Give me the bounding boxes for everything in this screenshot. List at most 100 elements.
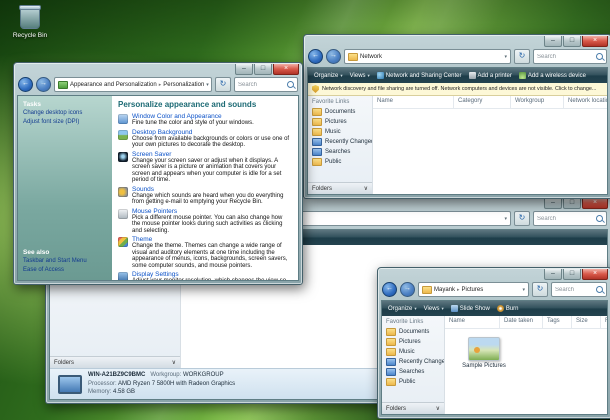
close-button[interactable]: ×: [582, 36, 608, 47]
network-infobar[interactable]: Network discovery and file sharing are t…: [308, 83, 607, 96]
slide-show-button[interactable]: Slide Show: [448, 304, 493, 313]
add-wireless-device-button[interactable]: Add a wireless device: [516, 71, 589, 80]
page-title: Personalize appearance and sounds: [118, 100, 292, 109]
personalization-client-area: Tasks Change desktop icons Adjust font s…: [17, 95, 299, 281]
link-taskbar-start-menu[interactable]: Taskbar and Start Menu: [23, 258, 107, 265]
search-icon: [596, 286, 603, 293]
column-workgroup[interactable]: Workgroup: [511, 96, 564, 108]
refresh-button[interactable]: ↻: [514, 211, 530, 226]
back-button[interactable]: ←: [308, 49, 323, 64]
organize-button[interactable]: Organize ▾: [385, 305, 420, 313]
refresh-button[interactable]: ↻: [532, 282, 548, 297]
search-placeholder: Search: [555, 287, 594, 293]
close-button[interactable]: ×: [273, 64, 299, 75]
breadcrumb-separator-icon: ▸: [457, 287, 460, 293]
minimize-button[interactable]: –: [544, 36, 562, 47]
breadcrumb-segment[interactable]: Pictures: [462, 287, 484, 293]
maximize-button[interactable]: □: [254, 64, 272, 75]
forward-button[interactable]: →: [326, 49, 341, 64]
column-tags[interactable]: Tags: [543, 316, 572, 328]
personalization-window: – □ × ← → Appearance and Personalization…: [13, 62, 303, 285]
link-searches[interactable]: Searches: [382, 367, 444, 377]
column-size[interactable]: Size: [572, 316, 601, 328]
minimize-button[interactable]: –: [544, 269, 562, 280]
search-icon: [287, 81, 294, 88]
link-ease-of-access[interactable]: Ease of Access: [23, 267, 107, 274]
sample-pictures-item[interactable]: Sample Pictures: [461, 337, 507, 369]
views-label: Views: [424, 306, 440, 312]
link-documents[interactable]: Documents: [382, 327, 444, 337]
close-button[interactable]: ×: [582, 198, 608, 209]
tasks-title: Tasks: [23, 101, 107, 108]
link-searches[interactable]: Searches: [308, 147, 372, 157]
column-network-location[interactable]: Network location: [564, 96, 607, 108]
link-recently-changed[interactable]: Recently Changed: [382, 357, 444, 367]
window-color-link[interactable]: Window Color and Appearance: [132, 113, 254, 120]
burn-button[interactable]: Burn: [494, 304, 522, 313]
chevron-down-icon[interactable]: ▾: [522, 287, 525, 293]
mouse-pointers-link[interactable]: Mouse Pointers: [132, 208, 292, 215]
desktop-background-link[interactable]: Desktop Background: [132, 129, 292, 136]
sounds-link[interactable]: Sounds: [132, 186, 292, 193]
maximize-button[interactable]: □: [563, 36, 581, 47]
pictures-search-input[interactable]: Search: [551, 282, 607, 297]
personalization-address-bar[interactable]: Appearance and Personalization ▸ Persona…: [54, 77, 212, 92]
organize-button[interactable]: Organize ▾: [311, 72, 346, 80]
task-adjust-font-size[interactable]: Adjust font size (DPI): [23, 119, 107, 126]
pictures-address-bar[interactable]: Mayank ▸ Pictures ▾: [418, 282, 529, 297]
search-icon: [596, 215, 603, 222]
task-change-desktop-icons[interactable]: Change desktop icons: [23, 110, 107, 117]
desktop: Recycle Bin – □ × ← → ▾ ↻ Search: [0, 0, 610, 420]
link-pictures[interactable]: Pictures: [308, 117, 372, 127]
recycle-bin[interactable]: Recycle Bin: [8, 6, 52, 39]
network-address-bar[interactable]: Network ▾: [344, 49, 511, 64]
memory-value: 4.58 GB: [113, 389, 135, 395]
minimize-button[interactable]: –: [235, 64, 253, 75]
back-button[interactable]: ←: [382, 282, 397, 297]
network-search-input[interactable]: Search: [533, 49, 607, 64]
chevron-down-icon: ▾: [368, 73, 370, 79]
column-date-taken[interactable]: Date taken: [500, 316, 543, 328]
breadcrumb-segment[interactable]: Appearance and Personalization: [70, 82, 157, 88]
column-rating[interactable]: Rating: [601, 316, 607, 328]
link-public[interactable]: Public: [382, 377, 444, 387]
computer-search-input[interactable]: Search: [533, 211, 607, 226]
views-button[interactable]: Views ▾: [347, 72, 373, 80]
theme-link[interactable]: Theme: [132, 236, 292, 243]
link-music[interactable]: Music: [382, 347, 444, 357]
breadcrumb-segment[interactable]: Mayank: [434, 287, 455, 293]
link-recently-changed[interactable]: Recently Changed: [308, 137, 372, 147]
breadcrumb-segment[interactable]: Personalization: [163, 82, 204, 88]
views-button[interactable]: Views ▾: [421, 305, 447, 313]
computer-folders-band[interactable]: Folders ∨: [50, 356, 180, 368]
link-public[interactable]: Public: [308, 157, 372, 167]
link-music[interactable]: Music: [308, 127, 372, 137]
personalization-search-input[interactable]: Search: [234, 77, 298, 92]
network-sharing-center-button[interactable]: Network and Sharing Center: [374, 71, 465, 80]
link-pictures[interactable]: Pictures: [382, 337, 444, 347]
folders-label: Folders: [312, 186, 332, 192]
link-documents[interactable]: Documents: [308, 107, 372, 117]
minimize-button[interactable]: –: [544, 198, 562, 209]
maximize-button[interactable]: □: [563, 269, 581, 280]
column-category[interactable]: Category: [454, 96, 511, 108]
chevron-down-icon[interactable]: ▾: [504, 216, 507, 222]
chevron-down-icon[interactable]: ▾: [504, 54, 507, 60]
screen-saver-link[interactable]: Screen Saver: [132, 151, 292, 158]
close-button[interactable]: ×: [582, 269, 608, 280]
add-printer-button[interactable]: Add a printer: [466, 71, 515, 80]
maximize-button[interactable]: □: [563, 198, 581, 209]
slide-show-icon: [451, 305, 458, 312]
column-name[interactable]: Name: [445, 316, 500, 328]
forward-button[interactable]: →: [36, 77, 51, 92]
network-folders-band[interactable]: Folders ∨: [308, 182, 372, 194]
refresh-button[interactable]: ↻: [215, 77, 231, 92]
column-name[interactable]: Name: [373, 96, 454, 108]
refresh-button[interactable]: ↻: [514, 49, 530, 64]
pictures-folders-band[interactable]: Folders ∨: [382, 402, 444, 414]
display-settings-link[interactable]: Display Settings: [132, 271, 292, 278]
sample-pictures-thumbnail: [468, 337, 500, 361]
chevron-down-icon[interactable]: ▾: [206, 82, 209, 88]
back-button[interactable]: ←: [18, 77, 33, 92]
forward-button[interactable]: →: [400, 282, 415, 297]
